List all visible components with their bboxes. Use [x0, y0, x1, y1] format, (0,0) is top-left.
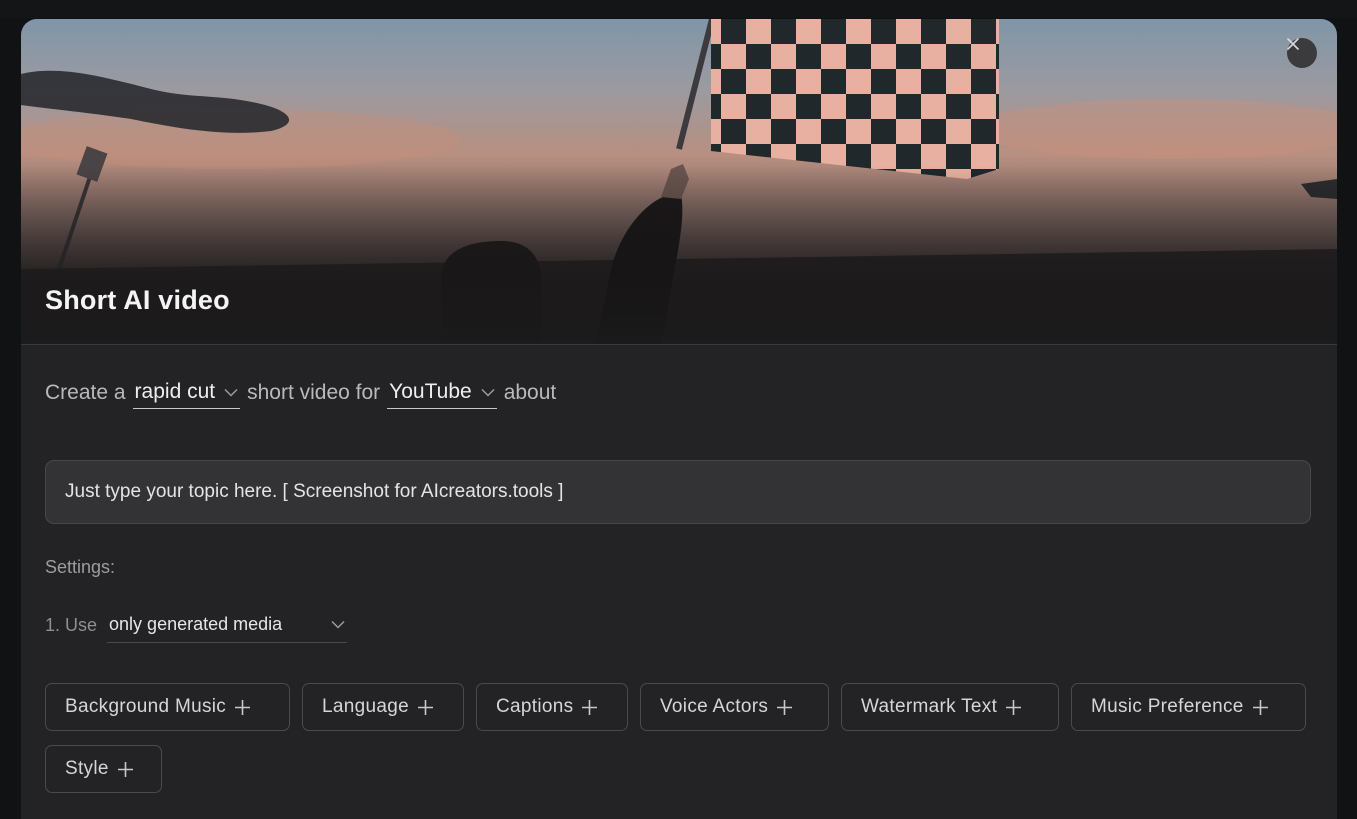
media-source-value: only generated media — [109, 614, 283, 634]
add-captions-button[interactable]: Captions — [476, 683, 628, 731]
sentence-prefix: Create a — [45, 381, 126, 404]
topic-input[interactable]: Just type your topic here. [ Screenshot … — [45, 460, 1311, 524]
chip-label: Music Preference — [1091, 696, 1244, 717]
plus-icon — [1252, 699, 1269, 716]
chip-label: Language — [322, 696, 409, 717]
video-style-dropdown[interactable]: rapid cut — [132, 377, 241, 409]
media-source-select[interactable]: only generated media — [107, 607, 348, 643]
plus-icon — [234, 699, 251, 716]
chevron-down-icon — [481, 388, 495, 397]
top-bar — [0, 0, 1357, 18]
platform-dropdown[interactable]: YouTube — [387, 377, 497, 409]
sentence-suffix: about — [503, 381, 557, 404]
plus-icon — [776, 699, 793, 716]
chip-label: Voice Actors — [660, 696, 769, 717]
chip-label: Watermark Text — [861, 696, 998, 717]
prompt-sentence: Create a rapid cut short video for YouTu… — [45, 376, 563, 410]
media-setting-label: 1. Use — [45, 614, 98, 635]
plus-icon — [581, 699, 598, 716]
add-watermark-text-button[interactable]: Watermark Text — [841, 683, 1059, 731]
plus-icon — [417, 699, 434, 716]
add-language-button[interactable]: Language — [302, 683, 464, 731]
add-music-preference-button[interactable]: Music Preference — [1071, 683, 1306, 731]
add-voice-actors-button[interactable]: Voice Actors — [640, 683, 829, 731]
chip-label: Background Music — [65, 696, 227, 717]
chevron-down-icon — [331, 620, 345, 629]
hero-banner: Short AI video — [21, 19, 1337, 345]
topic-input-text: Just type your topic here. [ Screenshot … — [65, 481, 564, 502]
settings-label: Settings: — [45, 557, 116, 577]
plus-icon — [117, 761, 134, 778]
modal-title: Short AI video — [45, 285, 230, 315]
plus-icon — [1005, 699, 1022, 716]
short-video-modal: Short AI video Create a rapid cut short … — [21, 19, 1337, 819]
video-style-value: rapid cut — [134, 380, 216, 403]
sentence-middle: short video for — [247, 381, 381, 404]
close-button[interactable] — [1287, 38, 1317, 68]
add-background-music-button[interactable]: Background Music — [45, 683, 290, 731]
add-style-button[interactable]: Style — [45, 745, 162, 793]
chip-label: Style — [65, 758, 109, 779]
media-setting-row: 1. Use only generated media — [45, 607, 348, 643]
platform-value: YouTube — [389, 380, 472, 403]
chip-label: Captions — [496, 696, 574, 717]
chevron-down-icon — [224, 388, 238, 397]
